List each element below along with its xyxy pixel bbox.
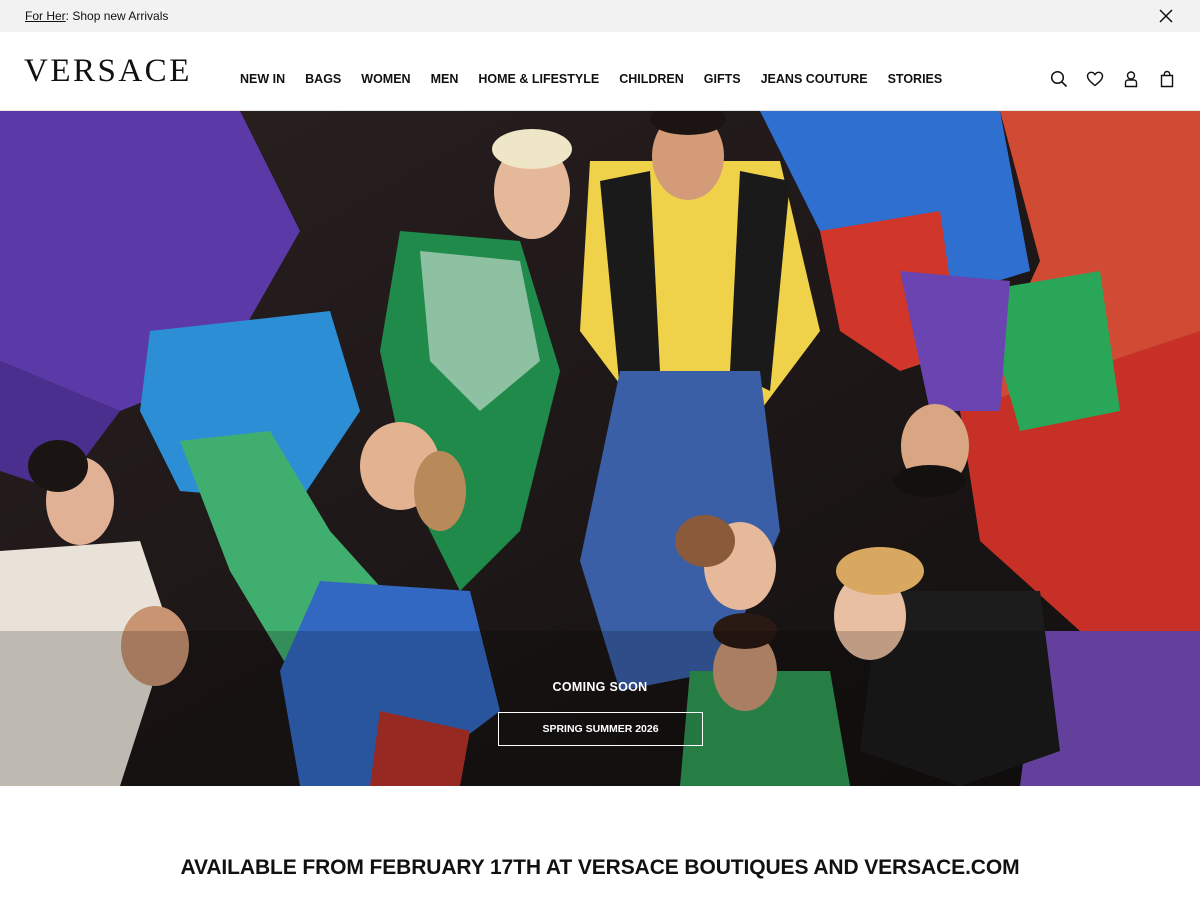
promo-bar: For Her : Shop new Arrivals: [0, 0, 1200, 32]
promo-link-for-her[interactable]: For Her: [25, 9, 66, 23]
nav-item-bags[interactable]: BAGS: [305, 72, 341, 86]
site-header: VERSACE NEW IN BAGS WOMEN MEN HOME & LIF…: [0, 32, 1200, 111]
header-icons: [1050, 70, 1176, 88]
hero-banner[interactable]: COMING SOON SPRING SUMMER 2026: [0, 111, 1200, 786]
versace-logo[interactable]: VERSACE: [24, 54, 192, 88]
main-nav: NEW IN BAGS WOMEN MEN HOME & LIFESTYLE C…: [240, 72, 962, 86]
hero-kicker: COMING SOON: [552, 680, 648, 694]
nav-item-men[interactable]: MEN: [431, 72, 459, 86]
nav-item-gifts[interactable]: GIFTS: [704, 72, 741, 86]
user-icon[interactable]: [1122, 70, 1140, 88]
nav-item-women[interactable]: WOMEN: [361, 72, 410, 86]
availability-headline: AVAILABLE FROM FEBRUARY 17TH AT VERSACE …: [180, 856, 1020, 879]
nav-item-jeans-couture[interactable]: JEANS COUTURE: [761, 72, 868, 86]
search-icon[interactable]: [1050, 70, 1068, 88]
promo-text: : Shop new Arrivals: [65, 9, 169, 23]
nav-item-children[interactable]: CHILDREN: [619, 72, 684, 86]
spring-summer-button[interactable]: SPRING SUMMER 2026: [498, 712, 703, 746]
heart-icon[interactable]: [1086, 70, 1104, 88]
nav-item-stories[interactable]: STORIES: [888, 72, 943, 86]
shopping-bag-icon[interactable]: [1158, 70, 1176, 88]
nav-item-new-in[interactable]: NEW IN: [240, 72, 285, 86]
nav-item-home-lifestyle[interactable]: HOME & LIFESTYLE: [478, 72, 599, 86]
close-icon[interactable]: [1158, 8, 1174, 24]
